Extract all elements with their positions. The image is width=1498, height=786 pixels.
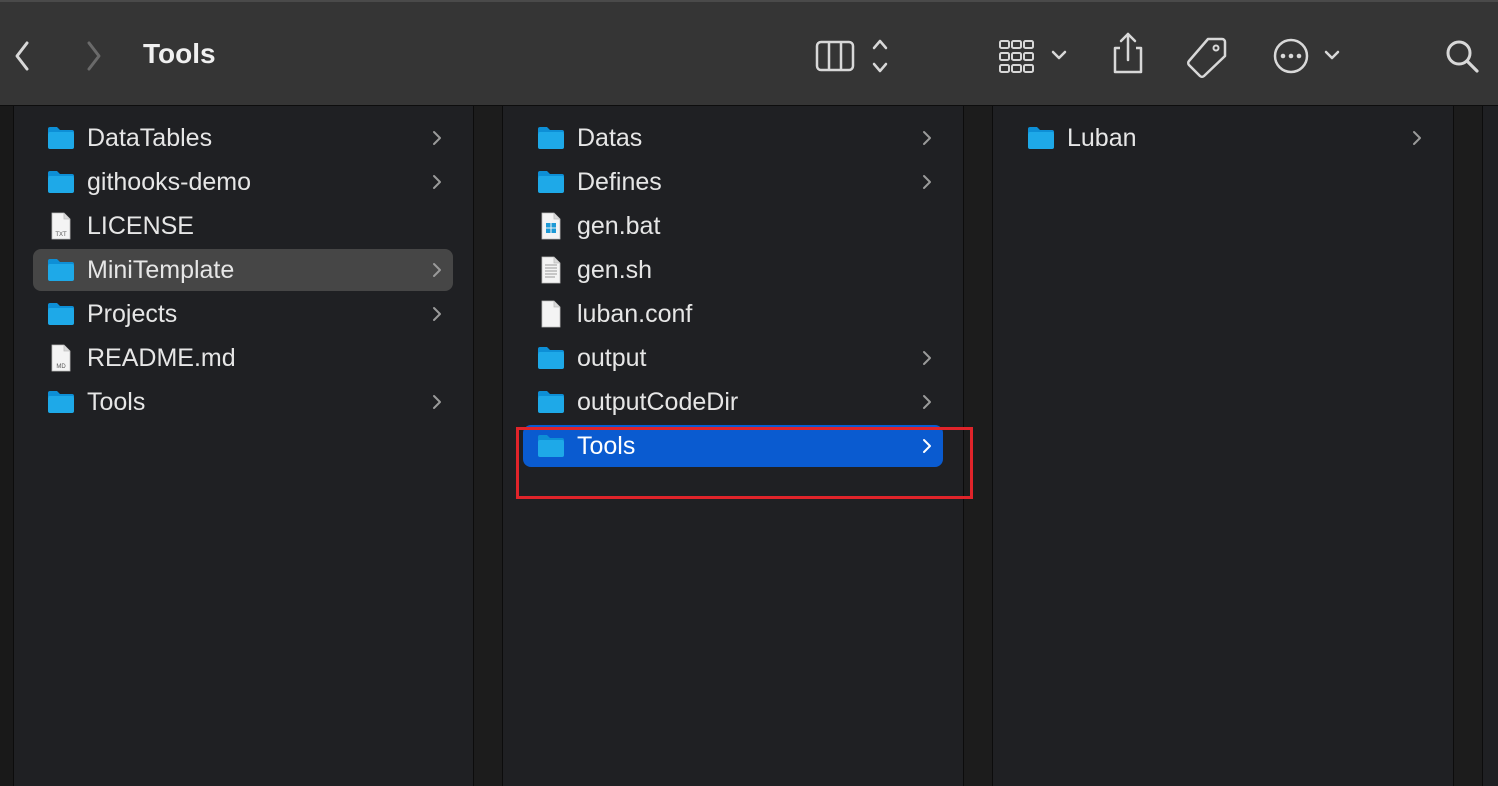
chevron-right-icon <box>921 174 933 190</box>
item-name: README.md <box>87 344 236 372</box>
svg-text:MD: MD <box>56 364 66 370</box>
tag-icon <box>1187 37 1227 78</box>
folder-row[interactable]: outputCodeDir <box>523 381 943 423</box>
folder-icon <box>537 168 565 196</box>
blank-file-icon <box>537 300 565 328</box>
left-edge <box>0 106 13 786</box>
share-icon <box>1113 32 1143 74</box>
item-name: Defines <box>577 168 662 196</box>
file-row[interactable]: gen.sh <box>523 249 943 291</box>
item-name: gen.bat <box>577 212 661 240</box>
folder-icon <box>537 124 565 152</box>
chevron-right-icon <box>431 262 443 278</box>
folder-row[interactable]: Datas <box>523 117 943 159</box>
item-name: Tools <box>87 388 146 416</box>
item-name: luban.conf <box>577 300 693 328</box>
item-name: outputCodeDir <box>577 388 739 416</box>
column-3 <box>993 106 1453 786</box>
back-button[interactable] <box>8 38 36 74</box>
chevron-right-icon <box>87 41 101 71</box>
ellipsis-circle-icon <box>1273 38 1340 74</box>
folder-row[interactable]: Luban <box>1013 117 1433 159</box>
item-name: gen.sh <box>577 256 653 284</box>
folder-icon <box>537 344 565 372</box>
folder-row[interactable]: githooks-demo <box>33 161 453 203</box>
folder-icon <box>47 300 75 328</box>
svg-text:TXT: TXT <box>55 232 67 238</box>
md-file-icon: MD <box>47 344 75 372</box>
folder-icon <box>47 256 75 284</box>
item-name: Tools <box>577 432 636 460</box>
folder-icon <box>47 388 75 416</box>
folder-icon <box>1027 124 1055 152</box>
chevron-right-icon <box>921 438 933 454</box>
chevron-right-icon <box>921 394 933 410</box>
item-name: Datas <box>577 124 643 152</box>
folder-row[interactable]: DataTables <box>33 117 453 159</box>
search-icon <box>1446 40 1479 73</box>
item-name: DataTables <box>87 124 213 152</box>
more-actions-button[interactable] <box>1270 34 1346 78</box>
grid-group-icon <box>999 40 1067 73</box>
folder-row[interactable]: Projects <box>33 293 453 335</box>
file-row[interactable]: TXT LICENSE <box>33 205 453 247</box>
column-4-edge <box>1483 106 1498 786</box>
chevron-right-icon <box>1411 130 1423 146</box>
column-3-scrollbar-track[interactable] <box>1454 106 1482 786</box>
view-mode-button[interactable] <box>812 36 894 76</box>
chevron-right-icon <box>431 130 443 146</box>
toolbar: Tools <box>0 0 1498 106</box>
folder-row[interactable]: Tools <box>33 381 453 423</box>
bat-file-icon <box>537 212 565 240</box>
folder-icon <box>537 432 565 460</box>
folder-icon <box>537 388 565 416</box>
folder-row[interactable]: Defines <box>523 161 943 203</box>
file-row[interactable]: luban.conf <box>523 293 943 335</box>
folder-row[interactable]: output <box>523 337 943 379</box>
chevron-left-icon <box>15 41 29 71</box>
sh-file-icon <box>537 256 565 284</box>
column-2-scrollbar-track[interactable] <box>964 106 992 786</box>
chevron-right-icon <box>921 130 933 146</box>
file-row[interactable]: MD README.md <box>33 337 453 379</box>
item-name: output <box>577 344 647 372</box>
folder-icon <box>47 168 75 196</box>
share-button[interactable] <box>1108 30 1148 78</box>
item-name: Luban <box>1067 124 1137 152</box>
window-title: Tools <box>143 38 216 69</box>
columns-view-icon <box>815 39 888 73</box>
item-name: MiniTemplate <box>87 256 235 284</box>
forward-button[interactable] <box>80 38 108 74</box>
folder-row[interactable]: Tools <box>523 425 943 467</box>
item-name: LICENSE <box>87 212 194 240</box>
column-1-scrollbar-track[interactable] <box>474 106 502 786</box>
folder-row[interactable]: MiniTemplate <box>33 249 453 291</box>
chevron-right-icon <box>431 306 443 322</box>
group-button[interactable] <box>996 36 1072 76</box>
search-button[interactable] <box>1440 34 1484 78</box>
file-row[interactable]: gen.bat <box>523 205 943 247</box>
item-name: githooks-demo <box>87 168 251 196</box>
item-name: Projects <box>87 300 178 328</box>
tag-button[interactable] <box>1184 34 1230 78</box>
txt-file-icon: TXT <box>47 212 75 240</box>
chevron-right-icon <box>431 174 443 190</box>
folder-icon <box>47 124 75 152</box>
chevron-right-icon <box>921 350 933 366</box>
chevron-right-icon <box>431 394 443 410</box>
left-edge-divider <box>13 106 14 786</box>
